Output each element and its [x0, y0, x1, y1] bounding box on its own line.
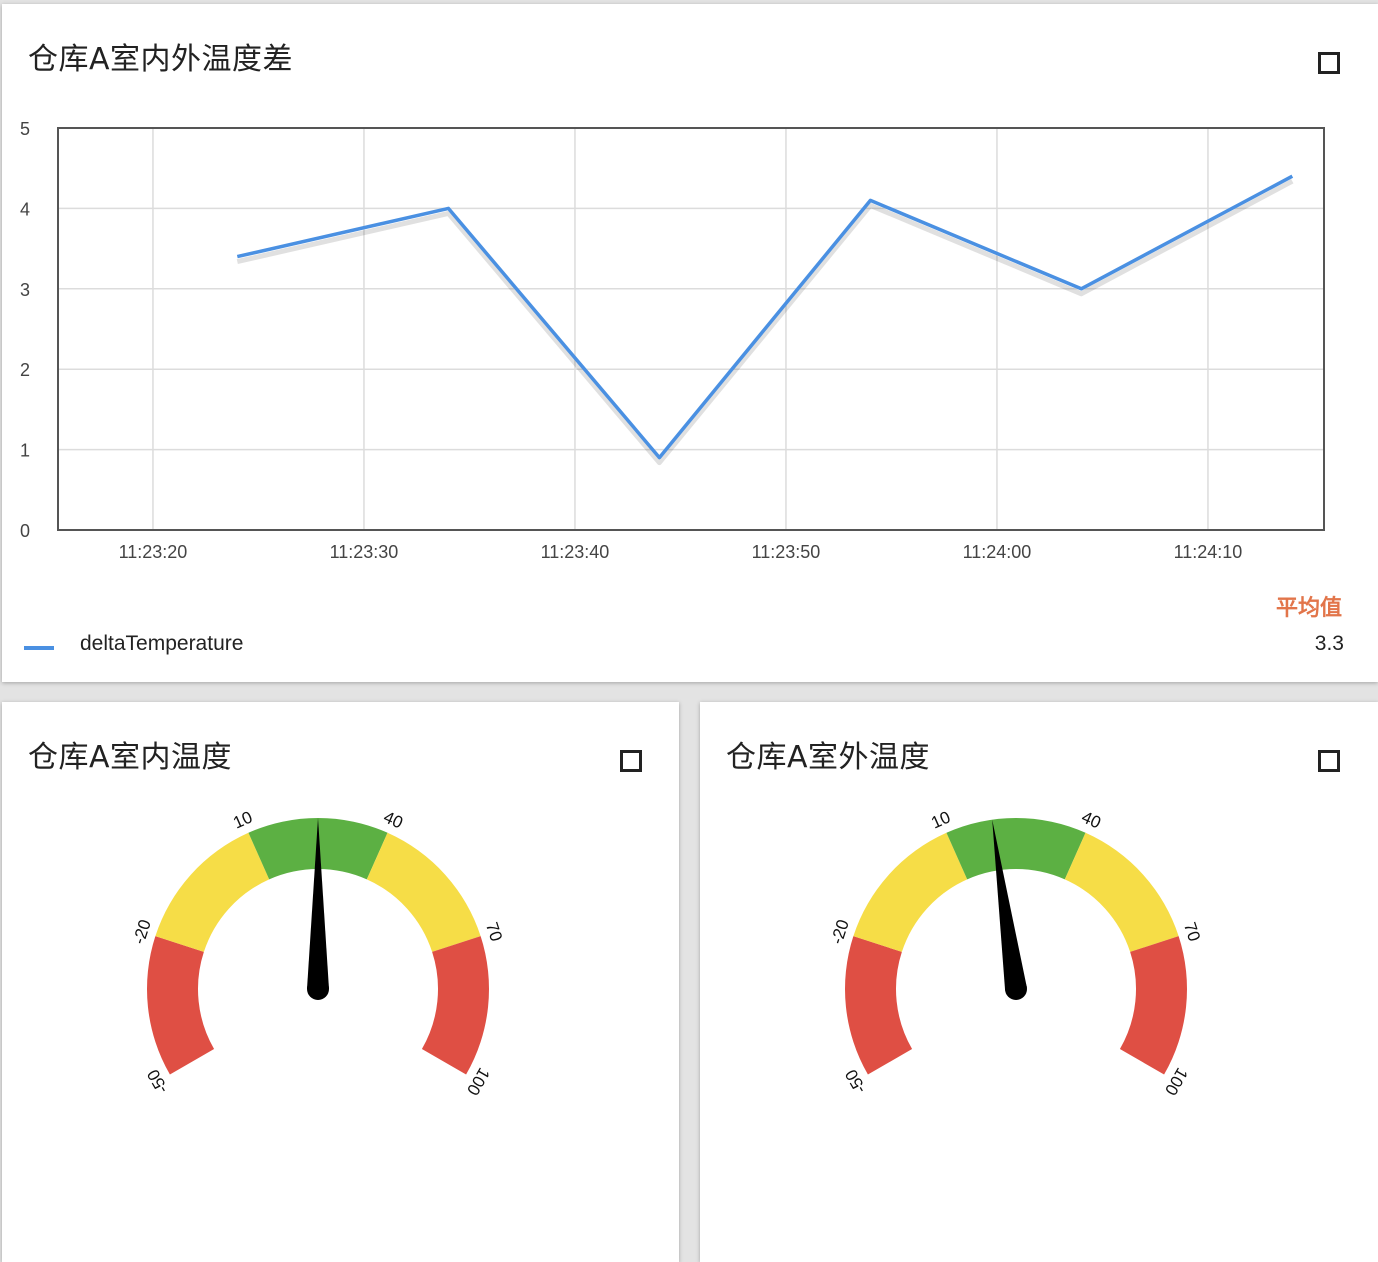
- series-shadow: [237, 181, 1292, 462]
- gauge-band: [845, 936, 912, 1074]
- gauge-tick-label: 40: [381, 807, 406, 832]
- legend-average-value: 3.3: [1315, 632, 1344, 656]
- gauge-tick-label: -20: [129, 917, 155, 946]
- x-tick-label: 11:23:40: [541, 542, 610, 562]
- y-tick-label: 2: [20, 360, 30, 380]
- average-header: 平均值: [1276, 590, 1342, 622]
- indoor-temperature-gauge: -50-20104070100: [2, 702, 679, 1222]
- outdoor-temperature-card: 仓库A室外温度 -50-20104070100: [700, 702, 1378, 1262]
- plot-frame: [58, 128, 1324, 530]
- delta-temperature-card: 仓库A室内外温度差 01234511:23:2011:23:3011:23:40…: [2, 4, 1378, 682]
- gauge-band: [147, 936, 214, 1074]
- gauge-hub: [307, 978, 329, 1000]
- x-tick-label: 11:23:30: [330, 542, 399, 562]
- x-tick-label: 11:23:50: [752, 542, 821, 562]
- gauge-tick-label: -20: [827, 917, 853, 946]
- x-tick-label: 11:24:00: [963, 542, 1032, 562]
- gauge-band: [853, 833, 967, 952]
- legend-swatch: [24, 646, 54, 650]
- y-tick-label: 0: [20, 521, 30, 541]
- gauge-tick-label: 10: [928, 807, 953, 832]
- indoor-temperature-card: 仓库A室内温度 -50-20104070100: [2, 702, 679, 1262]
- gauge-tick-label: 40: [1079, 807, 1104, 832]
- gauge-hub: [1005, 978, 1027, 1000]
- y-tick-label: 5: [20, 119, 30, 139]
- series-line-deltaTemperature: [237, 176, 1292, 457]
- x-tick-label: 11:24:10: [1174, 542, 1243, 562]
- gauge-tick-label: 10: [230, 807, 255, 832]
- legend-item[interactable]: deltaTemperature 3.3: [24, 632, 1344, 664]
- legend-label: deltaTemperature: [80, 632, 243, 656]
- gauge-band: [1120, 936, 1187, 1074]
- outdoor-temperature-gauge: -50-20104070100: [700, 702, 1378, 1222]
- gauge-band: [422, 936, 489, 1074]
- x-tick-label: 11:23:20: [119, 542, 188, 562]
- gauge-band: [946, 818, 1085, 879]
- gauge-band: [367, 833, 481, 952]
- y-tick-label: 4: [20, 199, 30, 219]
- gauge-band: [155, 833, 269, 952]
- line-chart: 0 1 2 3 4 5 11:23:20 11:23:30 11:23:40 11:23:50 11…: [2, 4, 1378, 604]
- gauge-tick-label: 70: [482, 920, 506, 944]
- gauge-tick-label: 70: [1180, 920, 1204, 944]
- y-tick-label: 3: [20, 280, 30, 300]
- gauge-band: [1065, 833, 1179, 952]
- y-tick-label: 1: [20, 441, 30, 461]
